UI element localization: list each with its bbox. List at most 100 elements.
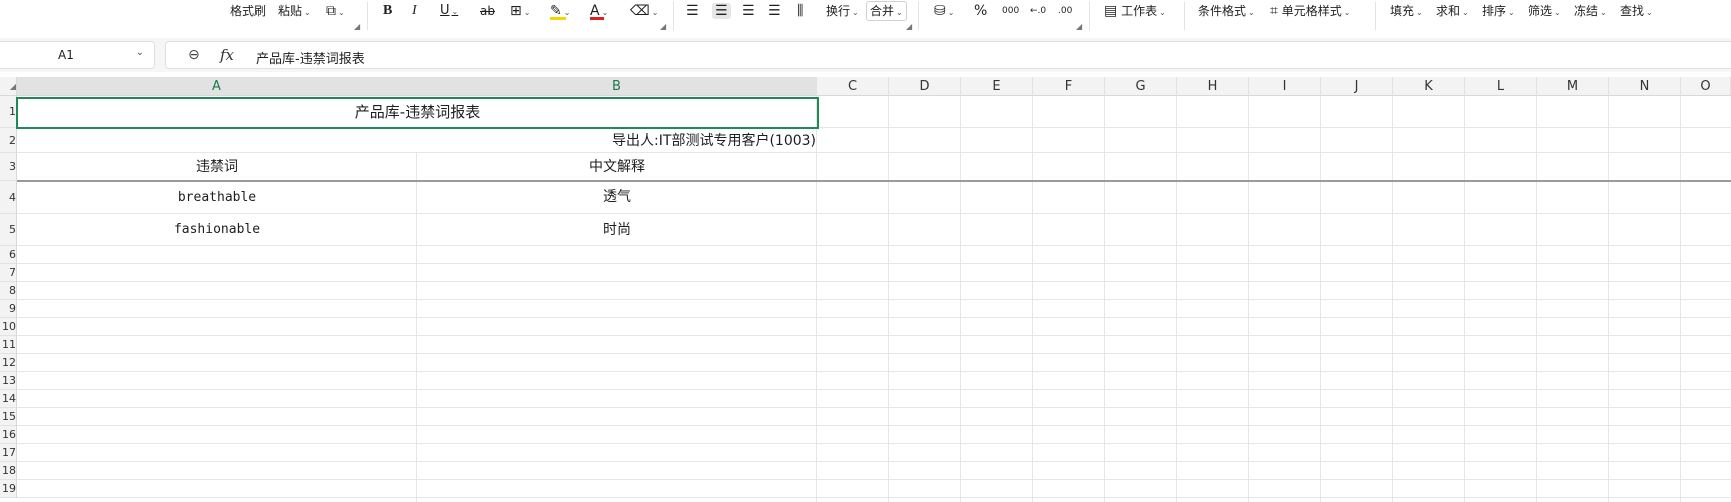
number-launcher-icon[interactable]: ◢	[1076, 22, 1082, 31]
worksheet-button[interactable]: ▤ 工作表 ⌄	[1104, 0, 1166, 22]
meaning-cell[interactable]: 透气	[417, 181, 817, 214]
font-launcher-icon[interactable]: ◢	[660, 22, 666, 31]
chevron-down-icon[interactable]: ⌄	[136, 47, 144, 58]
row-header-12[interactable]: 12	[0, 354, 17, 372]
row-header-4[interactable]: 4	[0, 181, 17, 214]
row-gridline	[17, 443, 1731, 444]
row-header-6[interactable]: 6	[0, 246, 17, 264]
decrease-decimal-button[interactable]: ←.0	[1030, 0, 1046, 22]
filter-button[interactable]: 筛选 ⌄	[1528, 0, 1561, 22]
column-header-b[interactable]: B	[417, 77, 817, 96]
row-header-3[interactable]: 3	[0, 153, 17, 181]
justify-button[interactable]: ☰	[768, 0, 781, 22]
row-header-11[interactable]: 11	[0, 336, 17, 354]
row-header-9[interactable]: 9	[0, 300, 17, 318]
row-gridline	[17, 353, 1731, 354]
font-color-bar	[590, 17, 604, 20]
clear-button[interactable]: ⌫ ⌄	[630, 0, 659, 22]
exporter-cell[interactable]: 导出人:IT部测试专用客户(1003)	[17, 128, 816, 153]
row-gridline	[17, 263, 1731, 264]
row-header-1[interactable]: 1	[0, 96, 17, 128]
wrap-text-button[interactable]: 换行 ⌄	[826, 0, 859, 22]
column-header-g[interactable]: G	[1105, 77, 1177, 96]
select-all-corner[interactable]: ◢	[0, 77, 17, 96]
row-header-10[interactable]: 10	[0, 318, 17, 336]
row-header-7[interactable]: 7	[0, 264, 17, 282]
underline-label: U	[440, 3, 450, 18]
percent-button[interactable]: %	[974, 0, 987, 22]
header-cell-meaning[interactable]: 中文解释	[417, 153, 817, 181]
alignment-launcher-icon[interactable]: ◢	[906, 22, 912, 31]
column-header-i[interactable]: I	[1249, 77, 1321, 96]
freeze-button[interactable]: 冻结 ⌄	[1574, 0, 1607, 22]
font-color-button[interactable]: A ⌄	[590, 0, 608, 22]
column-header-l[interactable]: L	[1465, 77, 1537, 96]
align-center-button[interactable]: ☰	[712, 0, 731, 22]
row-header-8[interactable]: 8	[0, 282, 17, 300]
row-header-18[interactable]: 18	[0, 462, 17, 480]
divider	[1375, 2, 1376, 30]
italic-button[interactable]: I	[412, 0, 417, 22]
merge-button[interactable]: 合并 ⌄	[866, 0, 907, 22]
column-header-d[interactable]: D	[889, 77, 961, 96]
column-header-a[interactable]: A	[17, 77, 417, 96]
row-header-2[interactable]: 2	[0, 128, 17, 153]
sort-button[interactable]: 排序 ⌄	[1482, 0, 1515, 22]
word-cell[interactable]: breathable	[17, 181, 417, 214]
chevron-down-icon: ⌄	[1248, 8, 1255, 17]
fill-color-button[interactable]: ✎ ⌄	[550, 0, 570, 22]
column-header-c[interactable]: C	[817, 77, 889, 96]
zoom-icon[interactable]: ⊖	[188, 47, 200, 63]
row-header-14[interactable]: 14	[0, 390, 17, 408]
row-gridline	[17, 497, 1731, 498]
chevron-down-icon: ⌄	[304, 8, 311, 17]
row-header-16[interactable]: 16	[0, 426, 17, 444]
thousands-button[interactable]: 000	[1002, 0, 1019, 22]
row-header-15[interactable]: 15	[0, 408, 17, 426]
justify-icon: ☰	[768, 3, 781, 19]
header-cell-word[interactable]: 违禁词	[17, 153, 417, 181]
name-box[interactable]: A1 ⌄	[0, 41, 155, 69]
chevron-down-icon: ⌄	[338, 8, 345, 17]
column-header-o[interactable]: O	[1681, 77, 1731, 96]
word-cell[interactable]: fashionable	[17, 214, 417, 246]
strikethrough-button[interactable]: ab	[480, 0, 495, 22]
row-gridline	[17, 317, 1731, 318]
worksheet-icon: ▤	[1104, 3, 1118, 19]
bold-button[interactable]: B	[383, 0, 392, 22]
column-header-h[interactable]: H	[1177, 77, 1249, 96]
row-header-19[interactable]: 19	[0, 480, 17, 498]
row-header-13[interactable]: 13	[0, 372, 17, 390]
paste-button[interactable]: 粘贴 ⌄	[278, 0, 311, 22]
increase-decimal-button[interactable]: .00	[1058, 0, 1072, 22]
chevron-down-icon: ⌄	[1159, 8, 1166, 17]
number-format-button[interactable]: ⛁ ⌄	[934, 0, 954, 22]
fill-button[interactable]: 填充 ⌄	[1390, 0, 1423, 22]
distributed-button[interactable]: ⫼	[797, 0, 803, 22]
borders-button[interactable]: ⊞ ⌄	[510, 0, 530, 22]
clipboard-launcher-icon[interactable]: ◢	[354, 22, 360, 31]
underline-button[interactable]: U ⌄	[440, 0, 458, 22]
row-header-5[interactable]: 5	[0, 214, 17, 246]
column-header-n[interactable]: N	[1609, 77, 1681, 96]
fx-icon[interactable]: fx	[220, 46, 234, 64]
column-header-f[interactable]: F	[1033, 77, 1105, 96]
format-painter-button[interactable]: 格式刷	[230, 0, 266, 22]
paste-special-button[interactable]: ⧉ ⌄	[326, 0, 345, 22]
meaning-cell[interactable]: 时尚	[417, 214, 817, 246]
column-header-k[interactable]: K	[1393, 77, 1465, 96]
formula-input[interactable]: ⊖ fx 产品库-违禁词报表	[165, 41, 1731, 69]
column-header-e[interactable]: E	[961, 77, 1033, 96]
cell-selection-outline	[16, 97, 819, 129]
cell-style-button[interactable]: ⌗ 单元格样式 ⌄	[1270, 0, 1350, 22]
column-header-m[interactable]: M	[1537, 77, 1609, 96]
find-button[interactable]: 查找 ⌄	[1620, 0, 1653, 22]
sum-button[interactable]: 求和 ⌄	[1436, 0, 1469, 22]
row-header-17[interactable]: 17	[0, 444, 17, 462]
column-header-j[interactable]: J	[1321, 77, 1393, 96]
bold-label: B	[383, 3, 393, 18]
fill-label: 填充	[1390, 4, 1415, 18]
align-left-button[interactable]: ☰	[686, 0, 699, 22]
conditional-format-button[interactable]: 条件格式 ⌄	[1198, 0, 1255, 22]
align-right-button[interactable]: ☰	[742, 0, 755, 22]
